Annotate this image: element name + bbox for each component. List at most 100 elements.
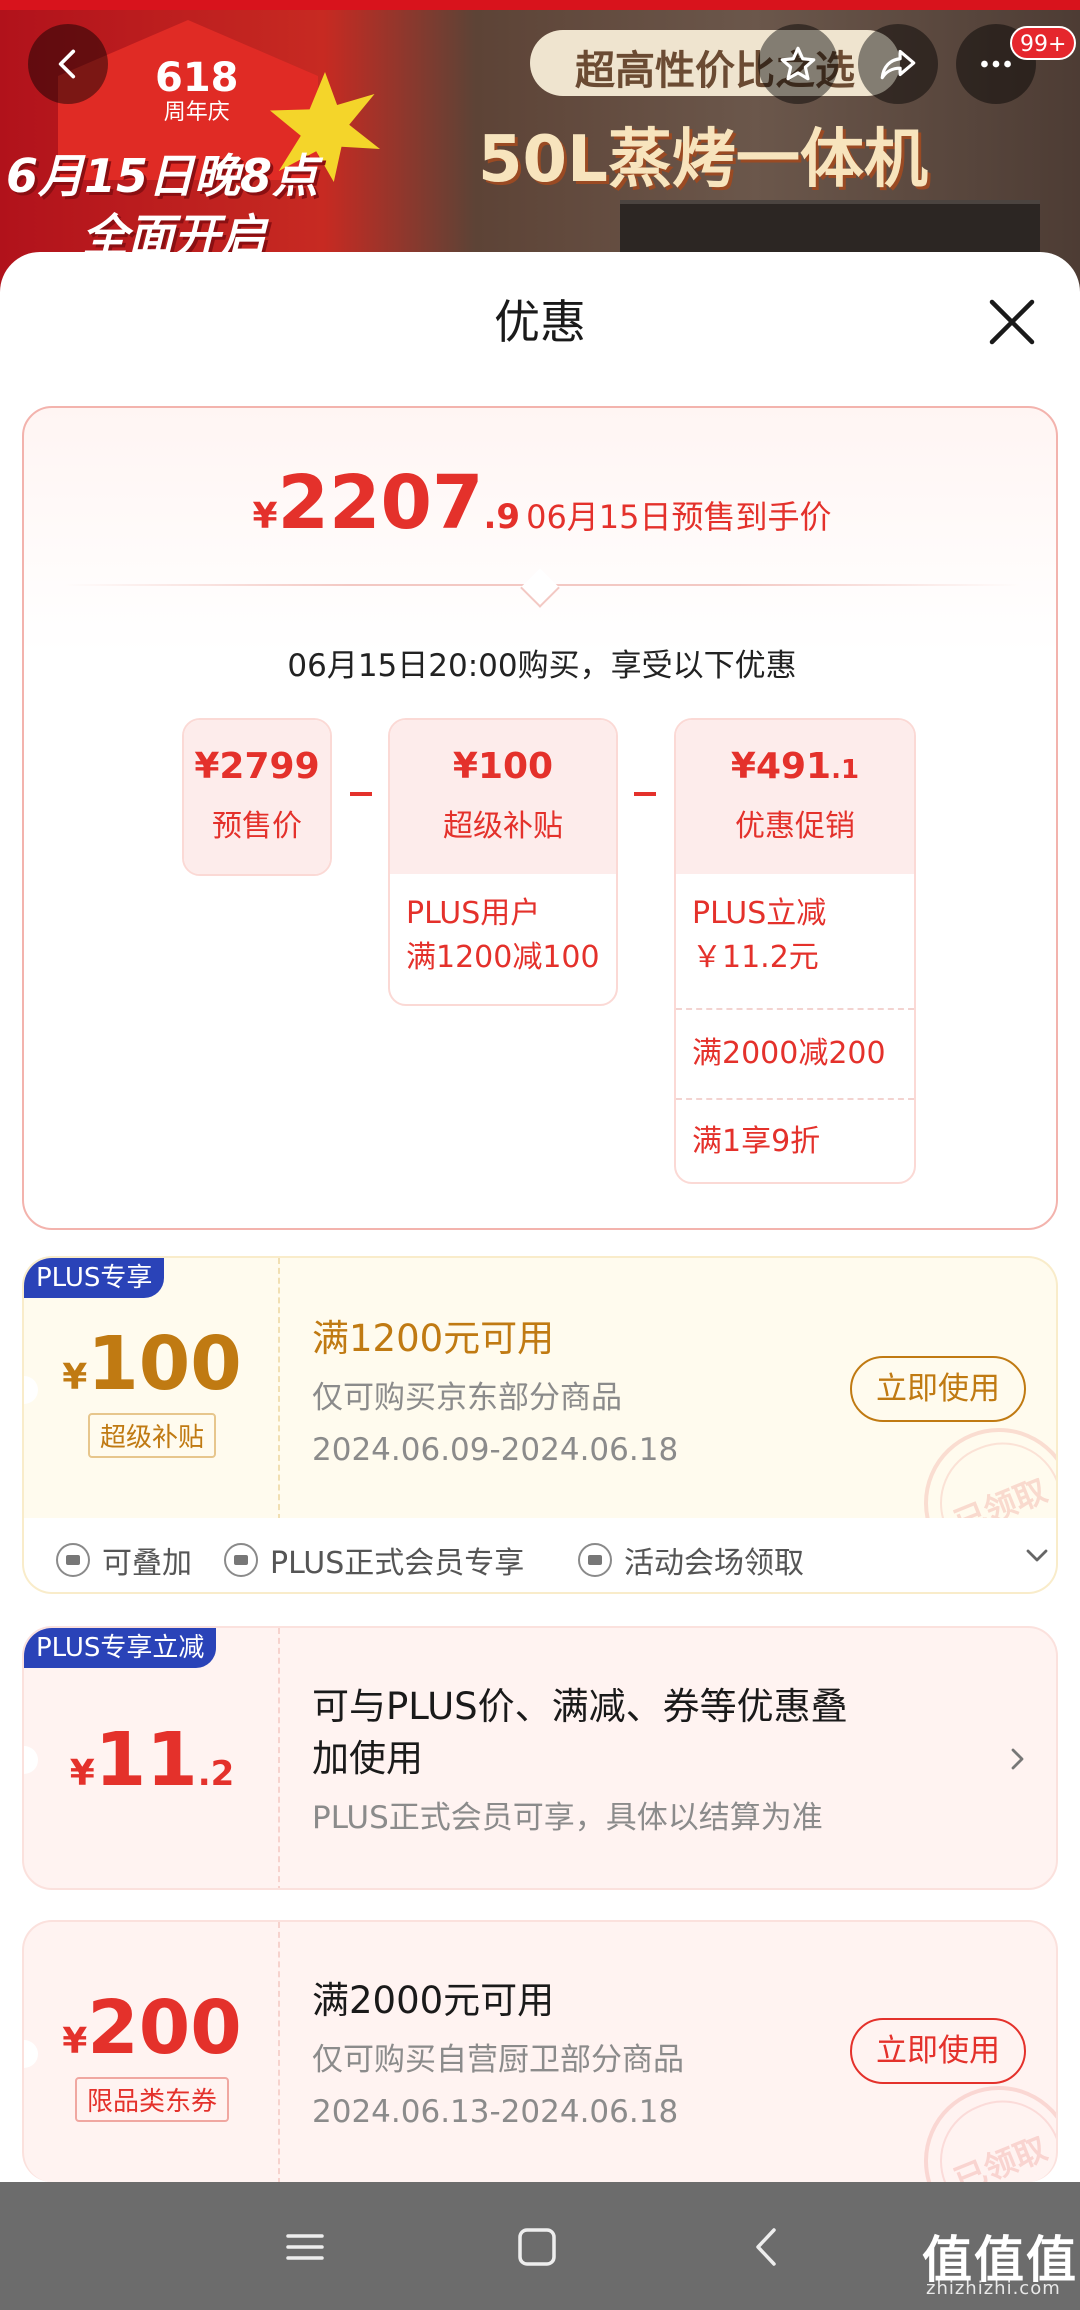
share-icon [880,49,916,80]
subsidy-name: 超级补贴 [443,809,563,844]
promotion-rule-plus-line2: ￥11.2元 [692,940,819,975]
coupon-card-category: ¥200 限品类东券 满2000元可用 仅可购买自营厨卫部分商品 2024.06… [22,1920,1058,2182]
promo-date-text: 6月15日晚8点 [6,149,319,203]
coupon-scope: 仅可购买京东部分商品 [312,1380,622,1416]
stack-icon [56,1543,90,1577]
subsidy-head: ¥100 超级补贴 [390,720,616,874]
promotion-amount: ¥491.1 [676,720,914,787]
coupon-amount-value: 100 [87,1320,242,1407]
coupon-type-label: 限品类东券 [74,2076,229,2122]
feature-plus-member: PLUS正式会员专享 [224,1538,524,1582]
coupon-features-bar[interactable]: 可叠加 PLUS正式会员专享 活动会场领取 [22,1518,1058,1594]
subsidy-amount: ¥100 [452,746,554,787]
home-icon[interactable] [512,2222,562,2272]
promotion-box: ¥491.1 优惠促销 PLUS立减 ￥11.2元 满2000减200 满1享9… [674,718,916,1184]
minus-sign [350,792,372,796]
plus-reduction-tag: PLUS专享立减 [24,1628,217,1668]
recent-apps-icon[interactable] [280,2222,330,2272]
coupon-separator [278,1258,280,1518]
buy-time-note: 06月15日20:00购买，享受以下优惠 [287,648,797,684]
coupon-amount-decimal: .2 [197,1754,235,1794]
promotion-rule-plus: PLUS立减 ￥11.2元 [676,874,914,1008]
final-price-currency: ¥ [252,496,278,537]
coupon-amount-value: 11 [94,1717,198,1803]
promotion-amount-dec: .1 [831,755,860,785]
presale-price-box: ¥2799 预售价 [182,718,332,876]
share-button[interactable] [858,24,938,104]
use-now-button[interactable]: 立即使用 [850,1356,1026,1422]
final-price-label: 06月15日预售到手价 [526,498,832,536]
logo-number: 618 [155,55,239,101]
system-navigation-bar [0,2182,1080,2310]
coupon-scope: 仅可购买自营厨卫部分商品 [312,2042,684,2078]
use-now-button[interactable]: 立即使用 [850,2018,1026,2084]
claimed-stamp: 已领取 [901,1405,1056,1518]
final-price-decimal: .9 [483,497,521,537]
subsidy-rule-line2: 满1200减100 [406,940,600,975]
feature-venue-claim: 活动会场领取 [578,1538,804,1582]
coupon-currency: ¥ [62,2020,88,2062]
message-count-badge: 99+ [1010,26,1077,60]
claimed-stamp-text: 已领取 [948,1471,1053,1518]
coupon-title: 满2000元可用 [312,1979,555,2022]
anniversary-logo: 618 周年庆 [155,58,239,124]
coupon-title: 满1200元可用 [312,1317,555,1360]
promotion-rule-discount: 满1享9折 [676,1098,914,1182]
chevron-right-icon [1011,1748,1024,1770]
crown-icon [224,1543,258,1577]
final-price-integer: 2207 [277,460,484,546]
coupon-separator [278,1628,280,1888]
coupon-separator [278,1922,280,2182]
minus-sign [634,792,656,796]
feature-plus-member-label: PLUS正式会员专享 [270,1546,525,1581]
presale-head: ¥2799 预售价 [184,720,330,874]
coupon-title-line1: 可与PLUS价、满减、券等优惠叠 [312,1685,848,1728]
promotion-head: ¥491.1 优惠促销 [676,720,914,874]
discount-sheet: 优惠 ¥2207.9 06月15日预售到手价 06月15日20:00购买，享受以下… [0,252,1080,2182]
coupon-amount-value: 200 [87,1984,242,2071]
coupon-amount: ¥100 [62,1321,242,1407]
logo-sub: 周年庆 [163,100,230,125]
coupon-card-super-subsidy: ¥100 超级补贴 PLUS专享 满1200元可用 仅可购买京东部分商品 202… [22,1256,1058,1518]
presale-name: 预售价 [212,809,302,844]
promotion-rule-plus-line1: PLUS立减 [692,896,827,931]
promotion-rule-fullreduce: 满2000减200 [676,1008,914,1098]
feature-stackable: 可叠加 [56,1538,192,1582]
feature-venue-claim-label: 活动会场领取 [624,1546,804,1581]
star-icon [780,46,816,81]
coupon-type-label: 超级补贴 [87,1412,216,1458]
coupon-currency: ¥ [69,1753,95,1794]
close-icon [989,299,1035,345]
banner-top-strip [0,0,1080,10]
subsidy-box: ¥100 超级补贴 PLUS用户 满1200减100 [388,718,618,1006]
chevron-down-icon[interactable] [1022,1540,1052,1570]
coupon-validity: 2024.06.13-2024.06.18 [312,2094,679,2130]
close-button[interactable] [982,292,1042,352]
claimed-stamp-text: 已领取 [948,2129,1053,2182]
favorite-button[interactable] [758,24,838,104]
ticket-icon [578,1543,612,1577]
chevron-left-icon [58,49,76,79]
coupon-card-plus-reduction[interactable]: ¥11.2 PLUS专享立减 可与PLUS价、满减、券等优惠叠 加使用 PLUS… [22,1626,1058,1890]
subsidy-rule: PLUS用户 满1200减100 [390,874,616,980]
coupon-amount: ¥200 [62,1985,242,2071]
sheet-title: 优惠 [494,295,586,349]
presale-amount: ¥2799 [194,746,320,787]
divider-notch [520,568,560,608]
system-back-icon[interactable] [744,2222,794,2272]
promotion-name: 优惠促销 [735,809,855,844]
subsidy-rule-line1: PLUS用户 [406,896,541,931]
feature-stackable-label: 可叠加 [102,1546,192,1581]
price-summary-card: ¥2207.9 06月15日预售到手价 06月15日20:00购买，享受以下优惠 … [22,406,1058,1230]
product-title: 50L蒸烤一体机 [478,123,928,197]
coupon-currency: ¥ [62,1356,88,1398]
coupon-amount: ¥11.2 [70,1717,235,1803]
coupon-amount-area: ¥200 限品类东券 [24,1922,280,2182]
coupon-title-line2: 加使用 [312,1737,423,1780]
final-price: ¥2207.9 06月15日预售到手价 [24,460,1060,546]
coupon-description: PLUS正式会员可享，具体以结算为准 [312,1800,823,1836]
watermark-url: zhizhizhi.com [926,2278,1061,2299]
coupon-validity: 2024.06.09-2024.06.18 [312,1432,679,1468]
back-button[interactable] [28,24,108,104]
plus-exclusive-tag: PLUS专享 [24,1258,165,1298]
